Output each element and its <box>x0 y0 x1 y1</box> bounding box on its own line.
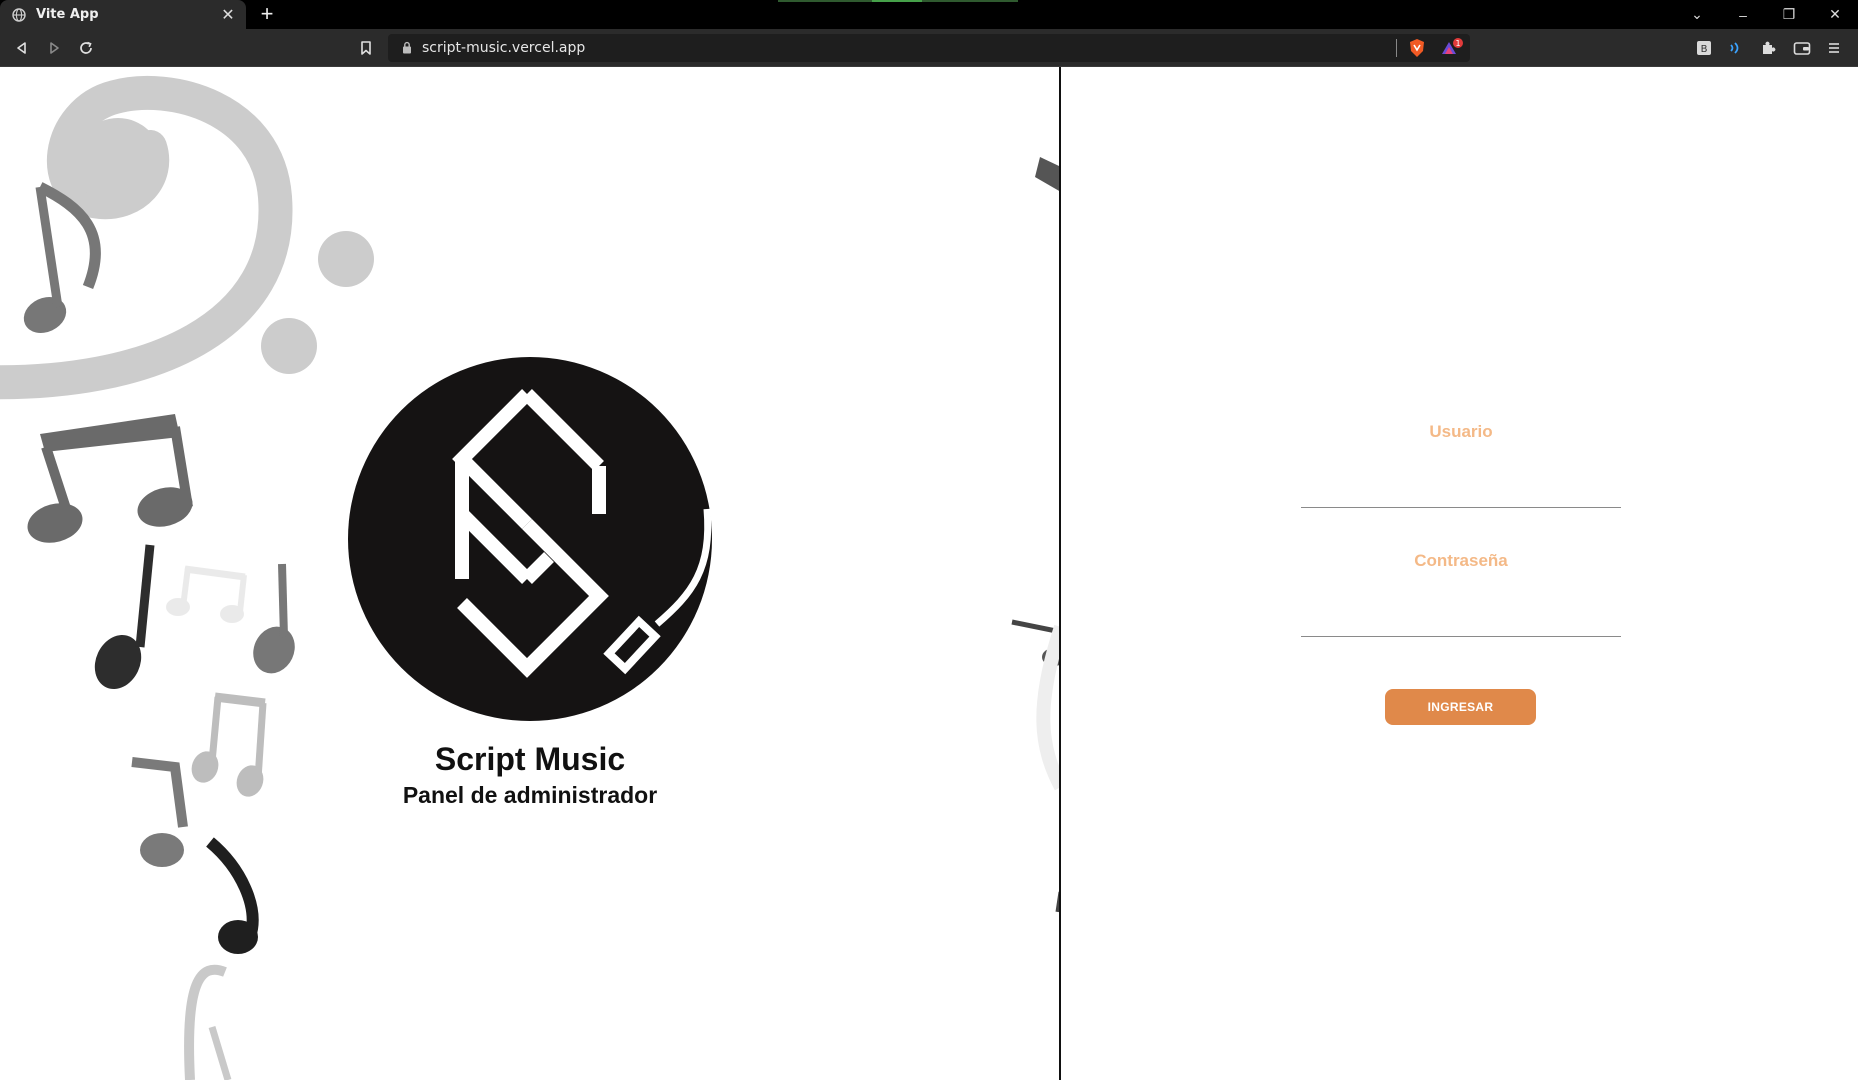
faint-beamed-notes-icon <box>166 565 247 623</box>
script-music-logo <box>348 357 712 721</box>
restore-button[interactable]: ❐ <box>1766 0 1812 29</box>
browser-tab[interactable]: Vite App ✕ <box>0 0 246 29</box>
tab-search-chevron-icon[interactable]: ⌄ <box>1674 0 1720 29</box>
brand-subtitle: Panel de administrador <box>402 782 658 808</box>
tab-strip-indicator-active <box>872 0 922 2</box>
page-content: Script Music Panel de administrador Usua… <box>0 67 1858 1080</box>
bookmark-icon[interactable] <box>356 38 376 58</box>
wallet-icon[interactable] <box>1792 38 1812 58</box>
tab-title: Vite App <box>36 7 99 22</box>
branding-panel: Script Music Panel de administrador <box>0 67 1061 1080</box>
audio-extension-icon[interactable] <box>1726 38 1746 58</box>
black-eighth-note-icon <box>94 544 155 690</box>
partial-note-mid-right-icon <box>1011 619 1059 913</box>
faint-note-bottom-icon <box>184 964 232 1080</box>
tab-close-icon[interactable]: ✕ <box>218 5 238 25</box>
browser-toolbar: script-music.vercel.app 1 B <box>0 29 1858 67</box>
brave-shield-icon[interactable] <box>1408 38 1426 63</box>
browser-tab-strip: Vite App ✕ + ⌄ – ❐ ✕ <box>0 0 1858 29</box>
extension-b-icon[interactable]: B <box>1694 38 1714 58</box>
url-divider <box>1396 39 1397 57</box>
quarter-note-icon <box>253 563 295 674</box>
login-panel: Usuario Contraseña INGRESAR <box>1061 67 1858 1080</box>
menu-icon[interactable] <box>1824 38 1844 58</box>
globe-icon <box>12 7 26 22</box>
rewards-badge-count: 1 <box>1455 39 1460 48</box>
black-note-lower-icon <box>206 837 259 954</box>
bass-clef-icon <box>0 75 374 400</box>
password-label: Contraseña <box>1414 551 1508 570</box>
partial-note-top-right-icon <box>1035 157 1059 191</box>
close-window-button[interactable]: ✕ <box>1812 0 1858 29</box>
beamed-notes-icon <box>27 414 193 543</box>
user-input[interactable] <box>1301 478 1621 508</box>
brand-title: Script Music <box>434 741 626 777</box>
password-input[interactable] <box>1301 607 1621 637</box>
extensions-puzzle-icon[interactable] <box>1758 38 1778 58</box>
gray-eighth-note-icon <box>131 757 188 867</box>
reload-icon[interactable] <box>76 38 96 58</box>
back-icon[interactable] <box>12 38 32 58</box>
url-text: script-music.vercel.app <box>422 40 586 56</box>
user-label: Usuario <box>1429 422 1493 441</box>
lock-icon <box>402 41 412 59</box>
brave-rewards-icon[interactable]: 1 <box>1440 38 1466 63</box>
login-submit-button[interactable]: INGRESAR <box>1385 689 1536 725</box>
svg-text:B: B <box>1701 44 1708 55</box>
forward-icon[interactable] <box>44 38 64 58</box>
address-bar[interactable]: script-music.vercel.app 1 <box>388 34 1470 62</box>
new-tab-button[interactable]: + <box>256 3 278 25</box>
light-beamed-notes-icon <box>191 692 267 797</box>
minimize-button[interactable]: – <box>1720 0 1766 29</box>
